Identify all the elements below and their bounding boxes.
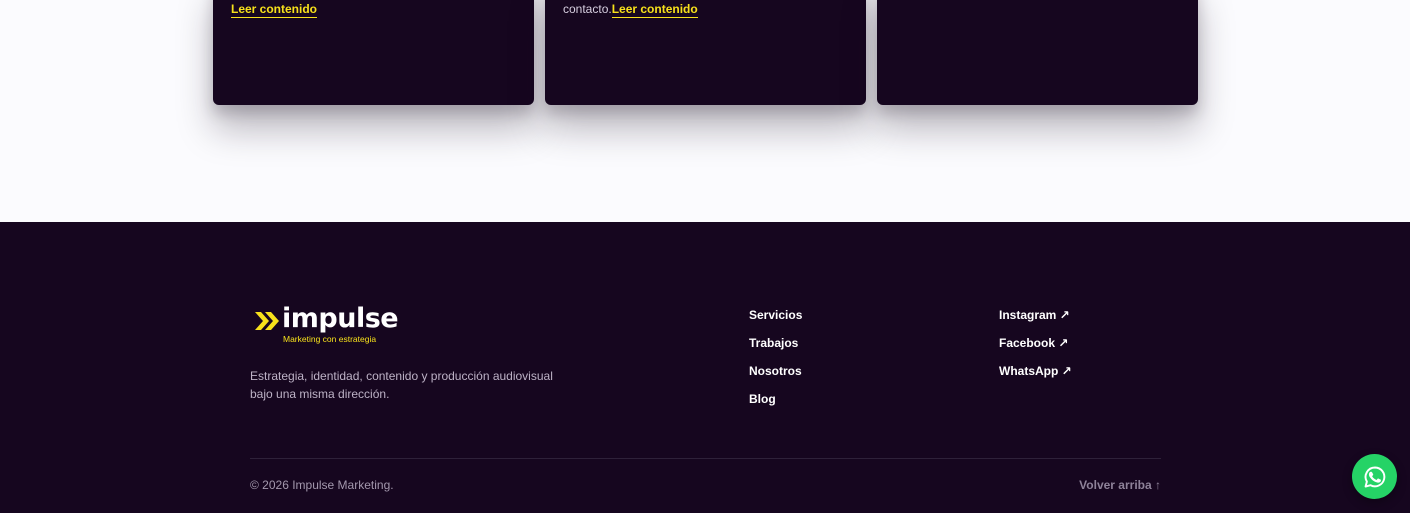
- footer-divider: [250, 458, 1161, 459]
- whatsapp-floating-button[interactable]: [1352, 454, 1397, 499]
- site-footer: impulse Marketing con estrategia Estrate…: [0, 222, 1410, 513]
- card-2-pre-text: contacto.: [563, 2, 612, 16]
- footer-nav-item: Blog: [749, 390, 802, 418]
- logo-tagline: Marketing con estrategia: [283, 334, 377, 344]
- blog-card-2: contacto.Leer contenido: [545, 0, 866, 105]
- footer-link-whatsapp[interactable]: WhatsApp ↗: [999, 364, 1072, 378]
- footer-link-facebook[interactable]: Facebook ↗: [999, 336, 1068, 350]
- footer-logo[interactable]: impulse Marketing con estrategia: [254, 303, 404, 346]
- footer-link-nosotros[interactable]: Nosotros: [749, 364, 802, 378]
- footer-link-blog[interactable]: Blog: [749, 392, 776, 406]
- footer-nav-list: Servicios Trabajos Nosotros Blog: [749, 306, 802, 418]
- footer-social-item: Instagram ↗: [999, 306, 1072, 334]
- card-2-text-line: contacto.Leer contenido: [563, 2, 698, 18]
- footer-nav-item: Servicios: [749, 306, 802, 334]
- footer-link-trabajos[interactable]: Trabajos: [749, 336, 798, 350]
- blog-card-1: Leer contenido: [213, 0, 534, 105]
- footer-social-item: WhatsApp ↗: [999, 362, 1072, 390]
- whatsapp-icon: [1364, 465, 1385, 488]
- footer-social-list: Instagram ↗ Facebook ↗ WhatsApp ↗: [999, 306, 1072, 390]
- card-1-read-link[interactable]: Leer contenido: [231, 2, 318, 18]
- blog-card-3: [877, 0, 1198, 105]
- footer-link-servicios[interactable]: Servicios: [749, 308, 802, 322]
- footer-social-item: Facebook ↗: [999, 334, 1072, 362]
- footer-nav-item: Nosotros: [749, 362, 802, 390]
- card-1-text-line: Leer contenido: [231, 2, 318, 18]
- footer-nav-item: Trabajos: [749, 334, 802, 362]
- logo-wordmark: impulse: [282, 303, 399, 334]
- double-chevron-right-icon: [255, 312, 279, 330]
- blog-cards-section: Leer contenido contacto.Leer contenido: [0, 0, 1410, 222]
- footer-copyright: © 2026 Impulse Marketing.: [250, 478, 394, 492]
- footer-link-instagram[interactable]: Instagram ↗: [999, 308, 1070, 322]
- footer-description: Estrategia, identidad, contenido y produ…: [250, 369, 553, 401]
- back-to-top-link[interactable]: Volver arriba ↑: [1079, 478, 1161, 492]
- card-2-read-link[interactable]: Leer contenido: [611, 2, 698, 18]
